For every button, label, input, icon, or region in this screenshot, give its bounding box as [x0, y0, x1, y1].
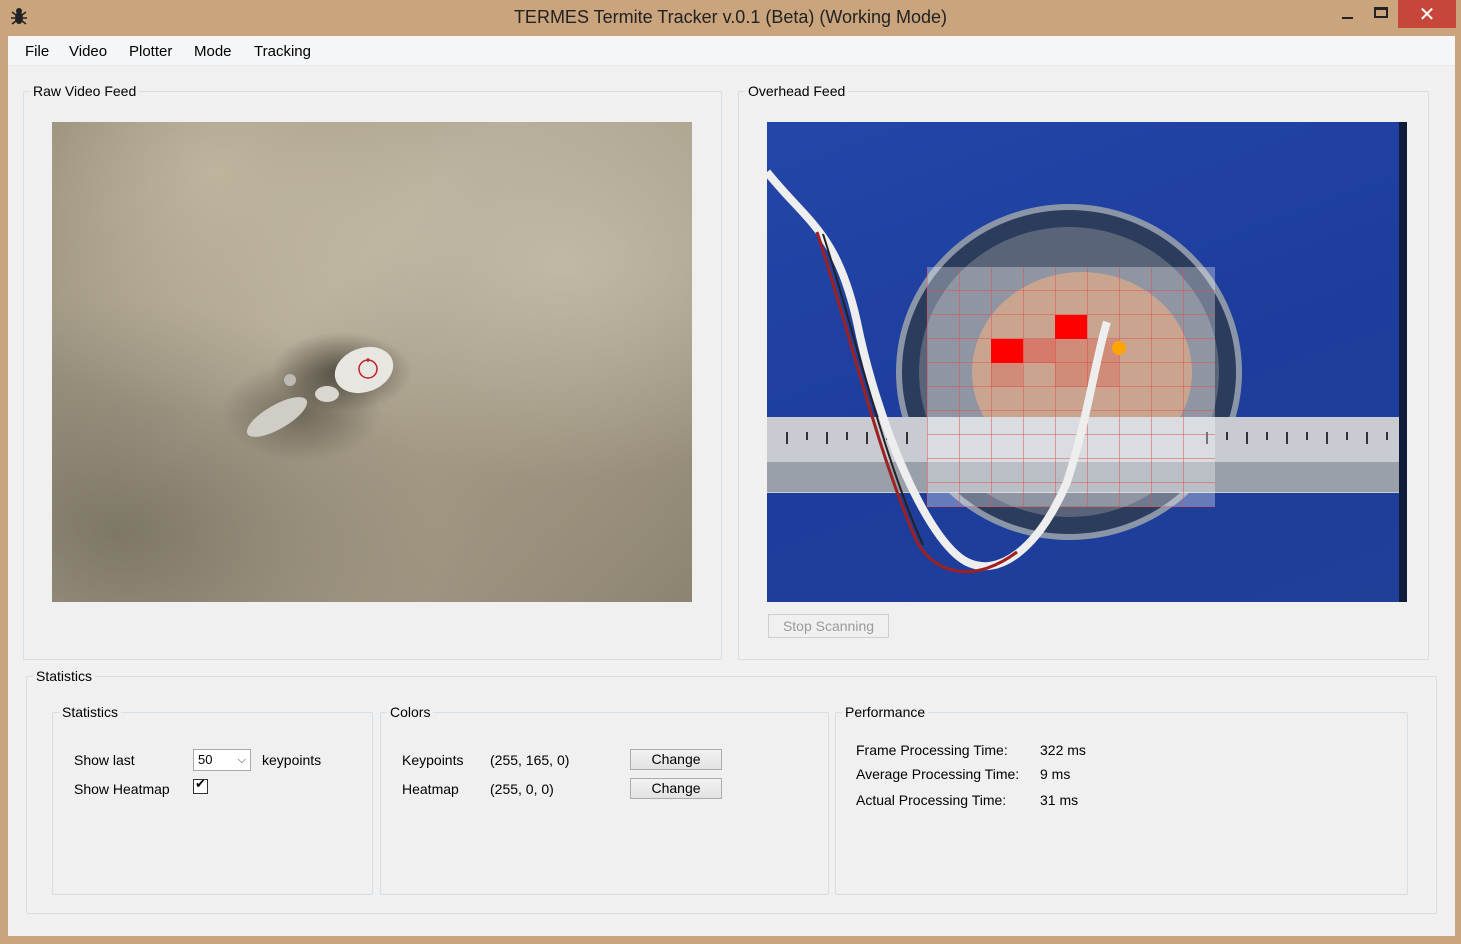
overhead-video-frame[interactable]: [767, 122, 1407, 602]
overhead-arena-image: [767, 122, 1407, 602]
minimize-icon: [1342, 17, 1353, 19]
raw-video-group: Raw Video Feed: [23, 82, 722, 660]
menu-tracking[interactable]: Tracking: [254, 43, 311, 60]
change-keypoints-color-button[interactable]: Change: [630, 749, 722, 770]
heatmap-color-label: Heatmap: [402, 781, 459, 797]
checkmark-icon: ✔: [195, 777, 206, 792]
statistics-outer-group: Statistics Statistics Show last 50 ⌵ key…: [26, 667, 1437, 914]
maximize-button[interactable]: [1364, 0, 1398, 28]
menu-mode[interactable]: Mode: [194, 43, 232, 60]
title-bar: TERMES Termite Tracker v.0.1 (Beta) (Wor…: [0, 0, 1461, 36]
menu-file[interactable]: File: [25, 43, 49, 60]
show-heatmap-checkbox[interactable]: ✔: [193, 777, 208, 794]
performance-label: Performance: [842, 703, 929, 721]
menu-plotter[interactable]: Plotter: [129, 43, 172, 60]
keypoints-color-value: (255, 165, 0): [490, 752, 570, 768]
minimize-button[interactable]: [1330, 0, 1364, 28]
show-last-value: 50: [198, 752, 213, 767]
window-bottom-border: [0, 936, 1461, 944]
menu-bar: File Video Plotter Mode Tracking: [8, 36, 1455, 66]
heatmap-color-value: (255, 0, 0): [490, 781, 554, 797]
actual-processing-label: Actual Processing Time:: [856, 792, 1007, 808]
keypoints-color-label: Keypoints: [402, 752, 464, 768]
statistics-outer-label: Statistics: [33, 667, 96, 685]
colors-label: Colors: [387, 703, 434, 721]
window-title: TERMES Termite Tracker v.0.1 (Beta) (Wor…: [513, 7, 948, 27]
statistics-inner-group: Statistics Show last 50 ⌵ keypoints Show…: [52, 703, 373, 895]
change-heatmap-color-button[interactable]: Change: [630, 778, 722, 799]
frame-processing-value: 322 ms: [1040, 742, 1086, 758]
statistics-inner-label: Statistics: [59, 703, 122, 721]
stop-scanning-button[interactable]: Stop Scanning: [768, 614, 889, 638]
overhead-feed-group: Overhead Feed Stop Scanning: [738, 82, 1429, 660]
raw-video-label: Raw Video Feed: [30, 82, 140, 100]
performance-group: Performance Frame Processing Time: 322 m…: [835, 703, 1408, 895]
chevron-down-icon: ⌵: [237, 754, 246, 766]
maximize-icon: [1374, 7, 1388, 18]
keypoints-suffix-label: keypoints: [262, 752, 322, 768]
close-icon: ✕: [1418, 2, 1436, 26]
termite-image: [222, 332, 412, 462]
overhead-feed-label: Overhead Feed: [745, 82, 849, 100]
average-processing-value: 9 ms: [1040, 766, 1071, 782]
show-last-select[interactable]: 50 ⌵: [193, 749, 251, 771]
show-last-label: Show last: [74, 752, 135, 768]
average-processing-label: Average Processing Time:: [856, 766, 1020, 782]
colors-group: Colors Keypoints (255, 165, 0) Change He…: [380, 703, 829, 895]
actual-processing-value: 31 ms: [1040, 792, 1079, 808]
main-window: File Video Plotter Mode Tracking Raw Vid…: [8, 36, 1455, 936]
show-heatmap-label: Show Heatmap: [74, 781, 170, 797]
menu-video[interactable]: Video: [69, 43, 107, 60]
close-button[interactable]: ✕: [1398, 0, 1456, 28]
raw-video-frame[interactable]: [52, 122, 692, 602]
keypoint-marker-icon: [1112, 341, 1126, 355]
frame-processing-label: Frame Processing Time:: [856, 742, 1008, 758]
